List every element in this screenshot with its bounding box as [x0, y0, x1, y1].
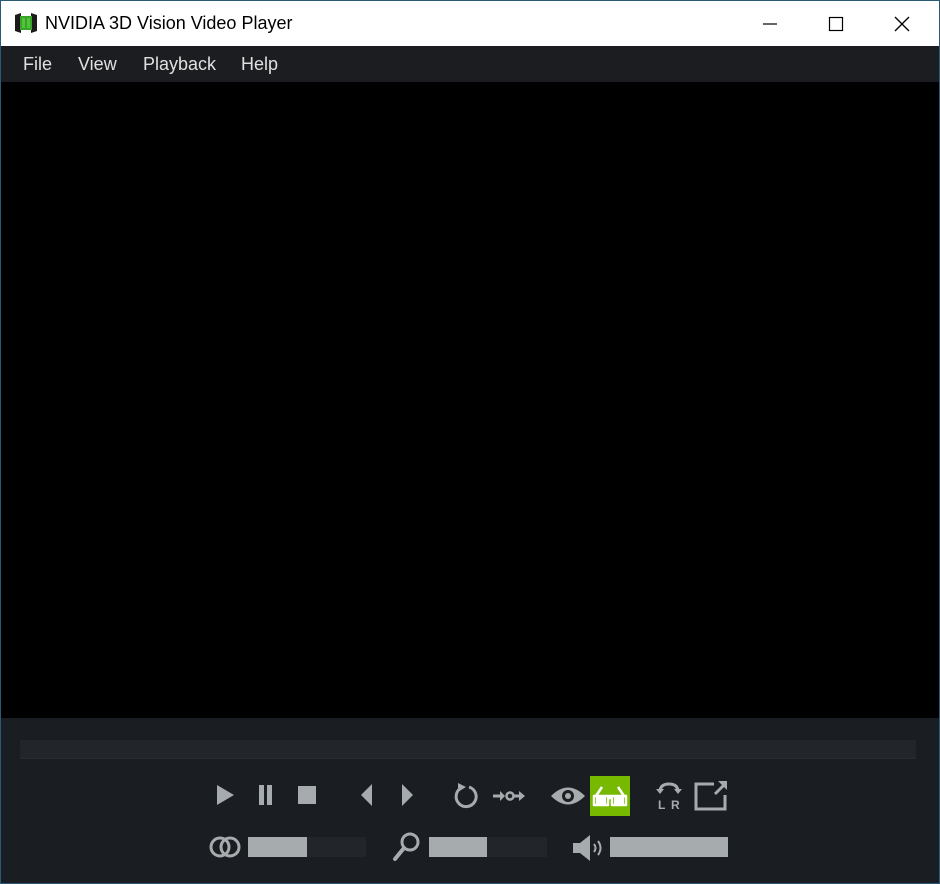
- stop-button[interactable]: [292, 780, 322, 810]
- step-forward-icon: [402, 784, 413, 806]
- magnifier-icon: [393, 832, 420, 861]
- fullscreen-icon: [694, 781, 727, 811]
- play-icon: [217, 785, 234, 805]
- ab-loop-icon: [493, 791, 525, 801]
- stop-icon: [298, 786, 316, 804]
- zoom-fill: [429, 837, 487, 857]
- zoom-label: [391, 830, 423, 864]
- volume-label[interactable]: [571, 832, 607, 864]
- minimize-button[interactable]: [737, 1, 803, 46]
- menu-file[interactable]: File: [23, 53, 52, 75]
- stereo-depth-icon: [209, 836, 241, 858]
- control-panel: L R: [1, 718, 939, 883]
- svg-text:L: L: [658, 798, 665, 811]
- ab-loop-button[interactable]: [490, 780, 528, 812]
- volume-slider[interactable]: [610, 837, 728, 857]
- volume-fill: [610, 837, 728, 857]
- eye-icon: [551, 787, 585, 805]
- minimize-icon: [763, 22, 777, 25]
- stereo-depth-slider[interactable]: [248, 837, 366, 857]
- close-icon: [894, 16, 910, 31]
- nvidia-app-icon: [15, 13, 37, 33]
- svg-text:R: R: [671, 798, 680, 811]
- pause-button[interactable]: [251, 780, 281, 810]
- step-back-icon: [361, 784, 372, 806]
- 3d-glasses-icon: [592, 786, 628, 807]
- window-title: NVIDIA 3D Vision Video Player: [45, 13, 293, 33]
- menu-view[interactable]: View: [78, 53, 117, 75]
- menu-playback[interactable]: Playback: [143, 53, 216, 75]
- step-forward-button[interactable]: [392, 780, 422, 810]
- speaker-icon: [573, 835, 602, 861]
- maximize-button[interactable]: [803, 1, 869, 46]
- maximize-icon: [828, 16, 844, 31]
- swap-lr-icon: L R: [656, 782, 682, 811]
- zoom-slider[interactable]: [429, 837, 547, 857]
- swap-eyes-button[interactable]: L R: [653, 780, 685, 812]
- title-bar: NVIDIA 3D Vision Video Player: [1, 1, 939, 46]
- 3d-view-button[interactable]: [590, 776, 630, 816]
- step-back-button[interactable]: [352, 780, 382, 810]
- repeat-button[interactable]: [450, 780, 482, 812]
- close-button[interactable]: [869, 1, 935, 46]
- seek-bar[interactable]: [20, 740, 916, 759]
- pause-icon: [259, 785, 272, 805]
- play-button[interactable]: [209, 780, 239, 810]
- stereo-depth-fill: [248, 837, 307, 857]
- app-window: NVIDIA 3D Vision Video Player File View …: [1, 1, 939, 883]
- stereo-depth-label: [207, 834, 243, 860]
- menu-bar: File View Playback Help: [1, 46, 939, 82]
- fullscreen-button[interactable]: [693, 778, 729, 814]
- video-display[interactable]: [1, 82, 939, 718]
- menu-help[interactable]: Help: [241, 53, 278, 75]
- 2d-view-button[interactable]: [549, 780, 587, 812]
- repeat-icon: [454, 783, 478, 809]
